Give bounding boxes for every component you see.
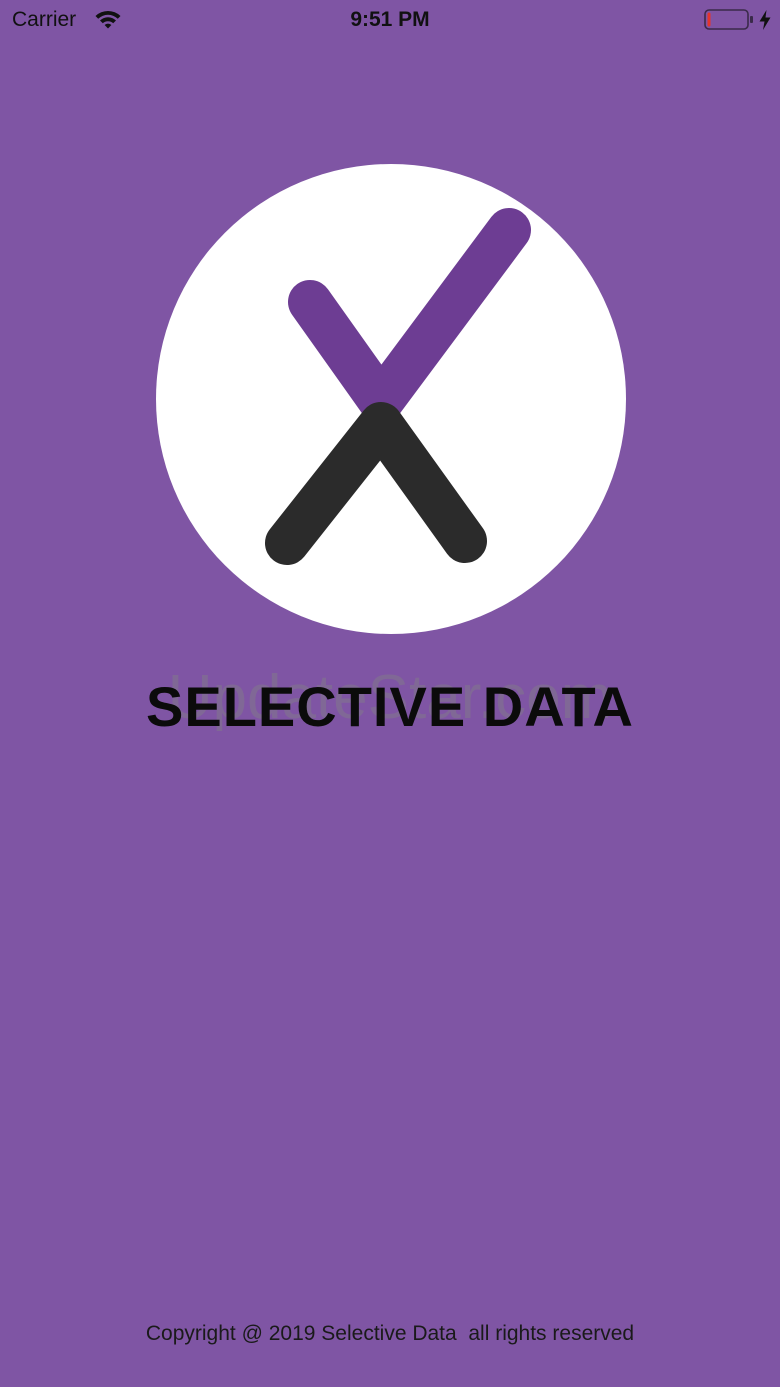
app-logo xyxy=(156,164,626,634)
status-bar: Carrier 9:51 PM xyxy=(0,0,780,40)
battery-low-icon xyxy=(704,9,753,30)
selective-data-logo xyxy=(265,208,531,565)
charging-bolt-icon xyxy=(759,10,771,30)
brand-title: SELECTIVE DATA xyxy=(146,675,634,738)
status-time: 9:51 PM xyxy=(350,8,430,31)
copyright-text: Copyright @ 2019 Selective Data all righ… xyxy=(145,1322,635,1345)
